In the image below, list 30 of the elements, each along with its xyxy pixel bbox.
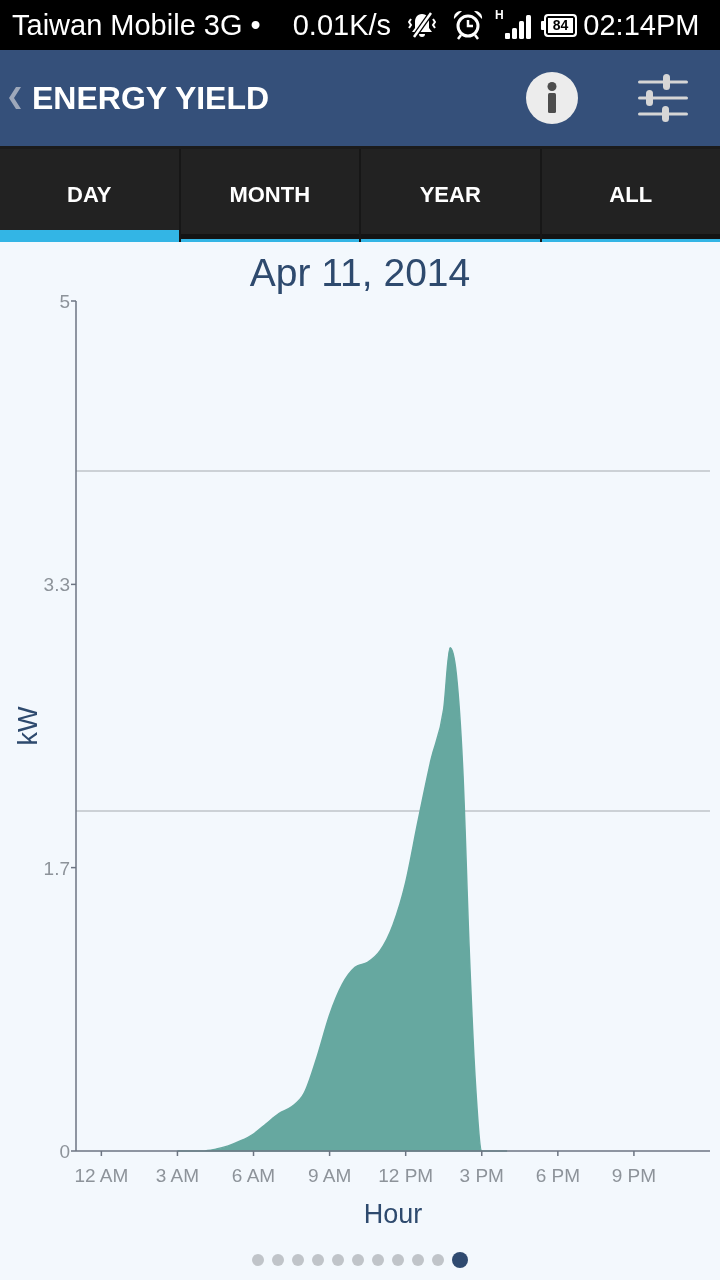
sliders-icon[interactable]: [638, 74, 688, 122]
battery-indicator: 84: [540, 13, 578, 37]
chart-date-title: Apr 11, 2014: [249, 253, 471, 293]
clock-time: 02:14PM: [583, 8, 700, 42]
y-axis-title: kW: [13, 706, 43, 746]
period-tab[interactable]: DAY: [0, 149, 181, 242]
screen-title: ENERGY YIELD: [32, 79, 270, 117]
info-icon[interactable]: [526, 72, 578, 124]
x-axis-title: Hour: [363, 1199, 423, 1229]
x-tick-label: 9 PM: [611, 1165, 657, 1186]
y-tick-label: 3.3: [43, 574, 70, 596]
x-tick-label: 3 AM: [155, 1165, 200, 1186]
x-tick-label: 12 AM: [74, 1165, 129, 1186]
carrier-name: Taiwan Mobile 3G •: [12, 8, 261, 42]
y-tick-label: 1.7: [43, 857, 70, 879]
signal-icon: [504, 15, 531, 39]
x-tick-label: 6 PM: [535, 1165, 580, 1186]
x-tick-label: 9 AM: [307, 1165, 352, 1186]
period-tab[interactable]: YEAR: [361, 149, 542, 242]
data-rate: 0.01K/s: [292, 8, 392, 42]
period-tab[interactable]: MONTH: [180, 149, 361, 242]
alarm-clock-icon: [453, 10, 484, 40]
network-type-label: H: [495, 9, 504, 21]
x-tick-label: 12 PM: [378, 1165, 434, 1186]
y-tick-label: 0: [59, 1141, 70, 1162]
y-tick-label: 5: [59, 292, 70, 312]
x-tick-label: 6 AM: [231, 1165, 276, 1186]
back-icon[interactable]: [9, 87, 21, 109]
x-tick-label: 3 PM: [459, 1165, 504, 1186]
muted-bell-icon: [408, 11, 437, 39]
